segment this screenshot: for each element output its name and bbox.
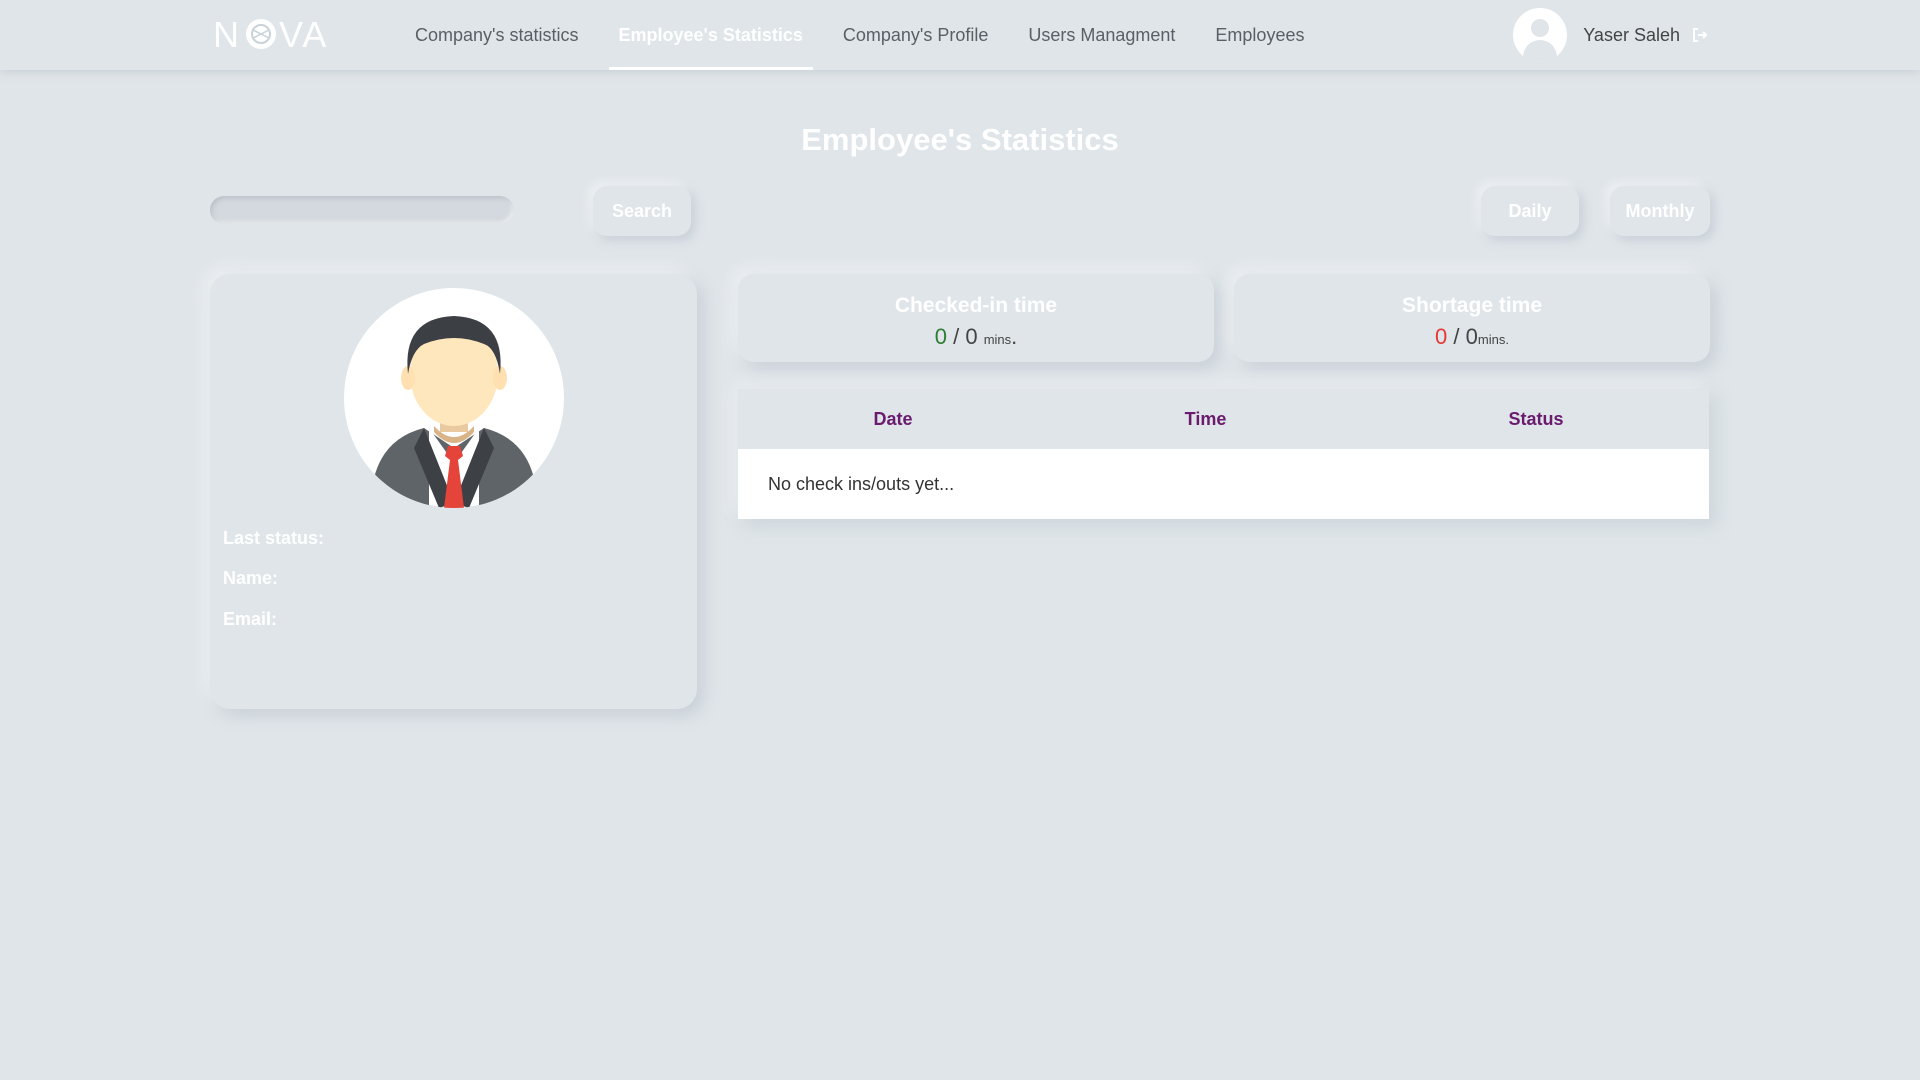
monthly-button[interactable]: Monthly: [1610, 186, 1710, 236]
shortage-time-card: Shortage time 0 / 0mins.: [1234, 274, 1710, 362]
email-label: Email:: [223, 609, 278, 629]
shortage-value: 0 / 0mins.: [1234, 324, 1710, 350]
employee-profile-card: Last status: Name: Email:: [210, 274, 697, 709]
user-menu: Yaser Saleh: [1513, 0, 1710, 70]
shortage-total: 0: [1465, 324, 1478, 349]
daily-button[interactable]: Daily: [1481, 186, 1579, 236]
svg-text:VA: VA: [279, 16, 328, 52]
nav-employees[interactable]: Employees: [1205, 0, 1314, 70]
search-input[interactable]: [210, 196, 514, 224]
last-status-label: Last status:: [223, 528, 325, 548]
checked-in-unit: mins: [983, 332, 1012, 347]
top-navbar: N VA Company's statistics Employee's Sta…: [0, 0, 1920, 70]
main-nav: Company's statistics Employee's Statisti…: [395, 0, 1324, 70]
nav-company-profile[interactable]: Company's Profile: [833, 0, 999, 70]
checked-in-separator: /: [953, 324, 960, 349]
sign-out-icon[interactable]: [1692, 26, 1710, 44]
shortage-minutes: 0: [1435, 324, 1448, 349]
nova-logo[interactable]: N VA: [213, 14, 333, 54]
checked-in-value: 0 / 0 mins.: [738, 324, 1214, 350]
checked-in-suffix: .: [1011, 324, 1018, 349]
column-header-status[interactable]: Status: [1363, 409, 1709, 430]
nav-users-management[interactable]: Users Managment: [1018, 0, 1185, 70]
nav-company-statistics[interactable]: Company's statistics: [405, 0, 589, 70]
name-label: Name:: [223, 568, 279, 588]
page-title: Employee's Statistics: [801, 122, 1119, 157]
employee-avatar-icon: [344, 288, 564, 508]
checked-in-time-card: Checked-in time 0 / 0 mins.: [738, 274, 1214, 362]
shortage-separator: /: [1453, 324, 1460, 349]
table-empty-row: No check ins/outs yet...: [738, 449, 1709, 519]
checked-in-title: Checked-in time: [894, 294, 1058, 317]
column-header-date[interactable]: Date: [738, 409, 1048, 430]
nova-logo-mark: N VA: [213, 16, 328, 52]
shortage-title: Shortage time: [1401, 294, 1543, 317]
check-ins-table: Date Time Status No check ins/outs yet..…: [738, 389, 1709, 519]
user-name[interactable]: Yaser Saleh: [1583, 25, 1680, 46]
empty-message: No check ins/outs yet...: [768, 473, 955, 494]
svg-text:N: N: [213, 16, 241, 52]
checked-in-minutes: 0: [934, 324, 947, 349]
search-button[interactable]: Search: [593, 186, 691, 236]
table-header-row: Date Time Status: [738, 389, 1709, 449]
shortage-unit: mins.: [1477, 332, 1509, 347]
column-header-time[interactable]: Time: [1048, 409, 1363, 430]
nav-employee-statistics[interactable]: Employee's Statistics: [608, 0, 814, 70]
user-avatar-icon[interactable]: [1513, 8, 1568, 62]
checked-in-total: 0: [965, 324, 978, 349]
